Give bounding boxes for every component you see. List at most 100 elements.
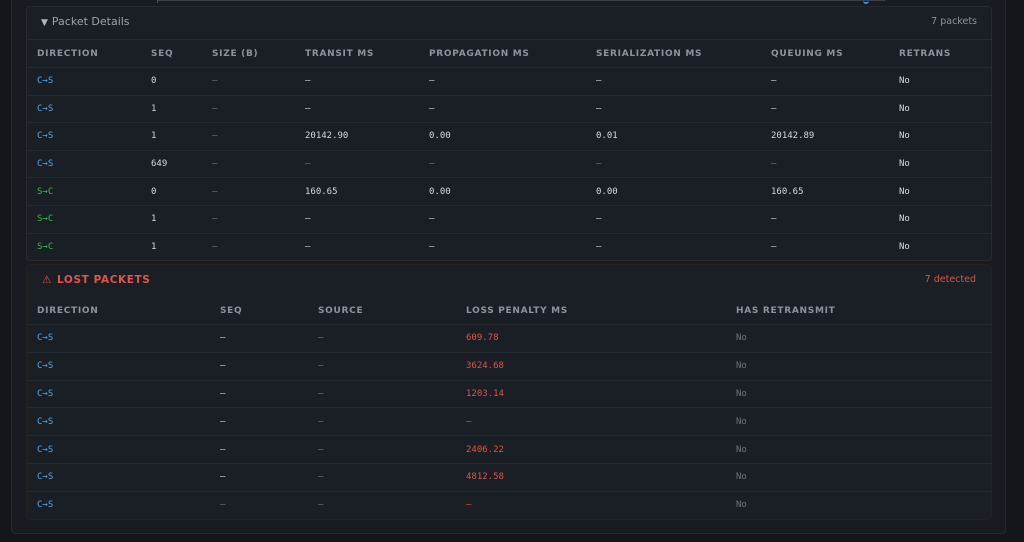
table-cell: C→S (37, 500, 54, 511)
table-cell: — (318, 500, 324, 511)
column-header-size-b[interactable]: SIZE (B) (202, 40, 295, 68)
table-row[interactable]: C→S — —609.78 No (27, 324, 991, 353)
lost-packets-panel: ⚠ LOST PACKETS 7 detected DIRECTION SEQ SOU… (26, 264, 992, 520)
table-cell: — (210, 352, 308, 381)
table-row[interactable]: S→C 1— — — — — No (27, 233, 991, 260)
table-cell: — (308, 435, 456, 464)
warning-icon: ⚠ (42, 274, 53, 286)
table-cell: — (419, 67, 586, 96)
table-cell: — (419, 95, 586, 124)
table-cell: No (889, 150, 991, 179)
column-header-transit-ms[interactable]: TRANSIT MS (295, 40, 419, 68)
table-cell: — (305, 241, 311, 252)
table-cell: — (308, 380, 456, 409)
table-row[interactable]: C→S 649— — — — — No (27, 150, 991, 179)
column-header-has-retransmit[interactable]: HAS RETRANSMIT (726, 298, 991, 325)
column-header-direction[interactable]: DIRECTION (27, 298, 210, 325)
table-cell: C→S (27, 352, 210, 381)
table-row[interactable]: C→S — — — No (27, 407, 991, 437)
table-row[interactable]: C→S — — — No (27, 491, 991, 518)
table-cell: 1 (151, 241, 157, 252)
table-cell: 160.65 (295, 177, 419, 206)
packet-details-header[interactable]: ▼ Packet Details 7 packets (27, 7, 991, 40)
table-cell: — (771, 241, 777, 252)
packet-count: 7 packets (931, 16, 977, 27)
table-cell: 4812.58 (456, 463, 726, 492)
table-cell: — (596, 241, 602, 252)
column-header-propagation-ms[interactable]: PROPAGATION MS (419, 40, 586, 68)
table-cell: No (726, 352, 991, 381)
table-cell: — (295, 67, 419, 96)
table-cell: — (202, 67, 295, 96)
table-row[interactable]: S→C 1— — — — — No (27, 205, 991, 234)
table-cell: No (726, 324, 991, 353)
table-cell: — (210, 407, 308, 437)
table-row[interactable]: C→S 1— — — — — No (27, 95, 991, 124)
table-row[interactable]: C→S — —3624.68 No (27, 352, 991, 381)
table-cell: S→C (27, 177, 141, 206)
packet-details-panel: ▼ Packet Details 7 packets DIRECTION SEQ SI… (26, 6, 992, 261)
table-cell: — (202, 95, 295, 124)
lost-count: 7 detected (924, 274, 976, 285)
table-cell: — (586, 67, 761, 96)
table-cell: 1 (141, 95, 202, 124)
caret-down-icon: ▼ (41, 18, 48, 28)
table-cell: — (761, 150, 889, 179)
table-cell: — (295, 150, 419, 179)
table-cell: C→S (27, 324, 210, 353)
table-cell: 2406.22 (456, 435, 726, 464)
table-cell: S→C (27, 205, 141, 234)
table-cell: 0.00 (419, 122, 586, 151)
packet-details-toggle[interactable]: ▼ Packet Details (41, 15, 130, 28)
packet-details-table: DIRECTION SEQ SIZE (B) TRANSIT MS PROPAGATIO… (27, 40, 991, 260)
table-cell: — (202, 150, 295, 179)
table-cell: 0.00 (586, 177, 761, 206)
table-cell: 160.65 (761, 177, 889, 206)
table-cell: — (295, 205, 419, 234)
table-cell: 1203.14 (456, 380, 726, 409)
table-cell: 20142.89 (761, 122, 889, 151)
table-cell: — (761, 95, 889, 124)
table-cell: C→S (27, 150, 141, 179)
table-row[interactable]: C→S — —4812.58 No (27, 463, 991, 492)
column-header-retrans[interactable]: RETRANS (889, 40, 991, 68)
column-header-serialization-ms[interactable]: SERIALIZATION MS (586, 40, 761, 68)
track-tick (157, 0, 158, 3)
column-header-queuing-ms[interactable]: QUEUING MS (761, 40, 889, 68)
table-cell: — (308, 407, 456, 437)
table-cell: No (899, 241, 910, 252)
column-header-source[interactable]: SOURCE (308, 298, 456, 325)
table-cell: — (419, 205, 586, 234)
column-header-seq[interactable]: SEQ (210, 298, 308, 325)
table-cell: 3624.68 (456, 352, 726, 381)
table-cell: 0 (141, 177, 202, 206)
scroll-track[interactable] (157, 0, 885, 4)
column-header-loss-penalty-ms[interactable]: LOSS PENALTY MS (456, 298, 726, 325)
table-cell: C→S (27, 122, 141, 151)
table-row[interactable]: C→S 1—20142.90 0.00 0.01 20142.89 No (27, 122, 991, 151)
table-cell: C→S (27, 463, 210, 492)
table-cell: — (210, 435, 308, 464)
table-row[interactable]: S→C 0—160.65 0.00 0.00 160.65 No (27, 177, 991, 206)
table-cell: No (889, 95, 991, 124)
table-cell: 1 (141, 205, 202, 234)
table-cell: 609.78 (456, 324, 726, 353)
table-cell: 20142.90 (295, 122, 419, 151)
table-cell: — (308, 463, 456, 492)
column-header-direction[interactable]: DIRECTION (27, 40, 141, 68)
table-cell: — (308, 324, 456, 353)
lost-packets-heading: ⚠ LOST PACKETS (42, 274, 150, 286)
table-cell: — (212, 241, 218, 252)
table-cell: — (761, 205, 889, 234)
table-cell: — (586, 150, 761, 179)
table-cell: 1 (141, 122, 202, 151)
table-row[interactable]: C→S — —1203.14 No (27, 380, 991, 409)
table-row[interactable]: C→S 0— — — — — No (27, 67, 991, 96)
column-header-seq[interactable]: SEQ (141, 40, 202, 68)
table-cell: C→S (27, 95, 141, 124)
table-cell: — (761, 67, 889, 96)
lost-packets-title: LOST PACKETS (57, 274, 151, 286)
table-cell: — (308, 352, 456, 381)
table-row[interactable]: C→S — —2406.22 No (27, 435, 991, 464)
table-cell: C→S (27, 435, 210, 464)
